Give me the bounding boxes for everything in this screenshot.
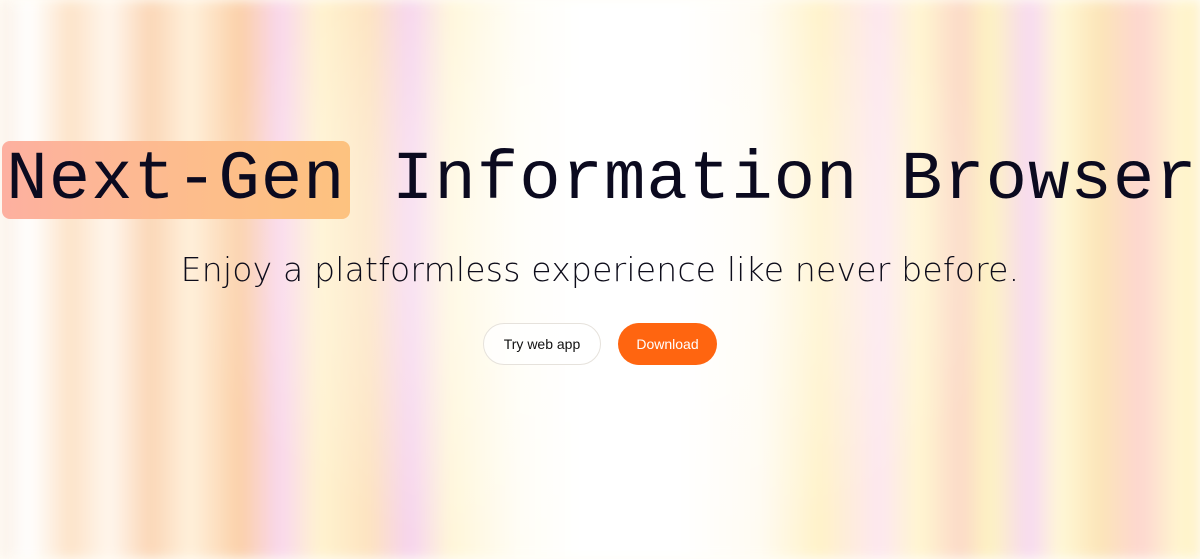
- headline-text: Information Browser: [349, 141, 1198, 219]
- try-web-app-button[interactable]: Try web app: [483, 323, 601, 365]
- hero-headline: Next-Gen Information Browser: [0, 138, 1200, 222]
- hero-content: Next-Gen Information Browser Enjoy a pla…: [0, 0, 1200, 559]
- download-button[interactable]: Download: [618, 323, 717, 365]
- hero-actions: Try web app Download: [0, 323, 1200, 365]
- hero-subtitle: Enjoy a platformless experience like nev…: [180, 250, 1020, 289]
- hero-section: Next-Gen Information Browser Enjoy a pla…: [0, 0, 1200, 559]
- headline-highlight: Next-Gen: [2, 141, 350, 219]
